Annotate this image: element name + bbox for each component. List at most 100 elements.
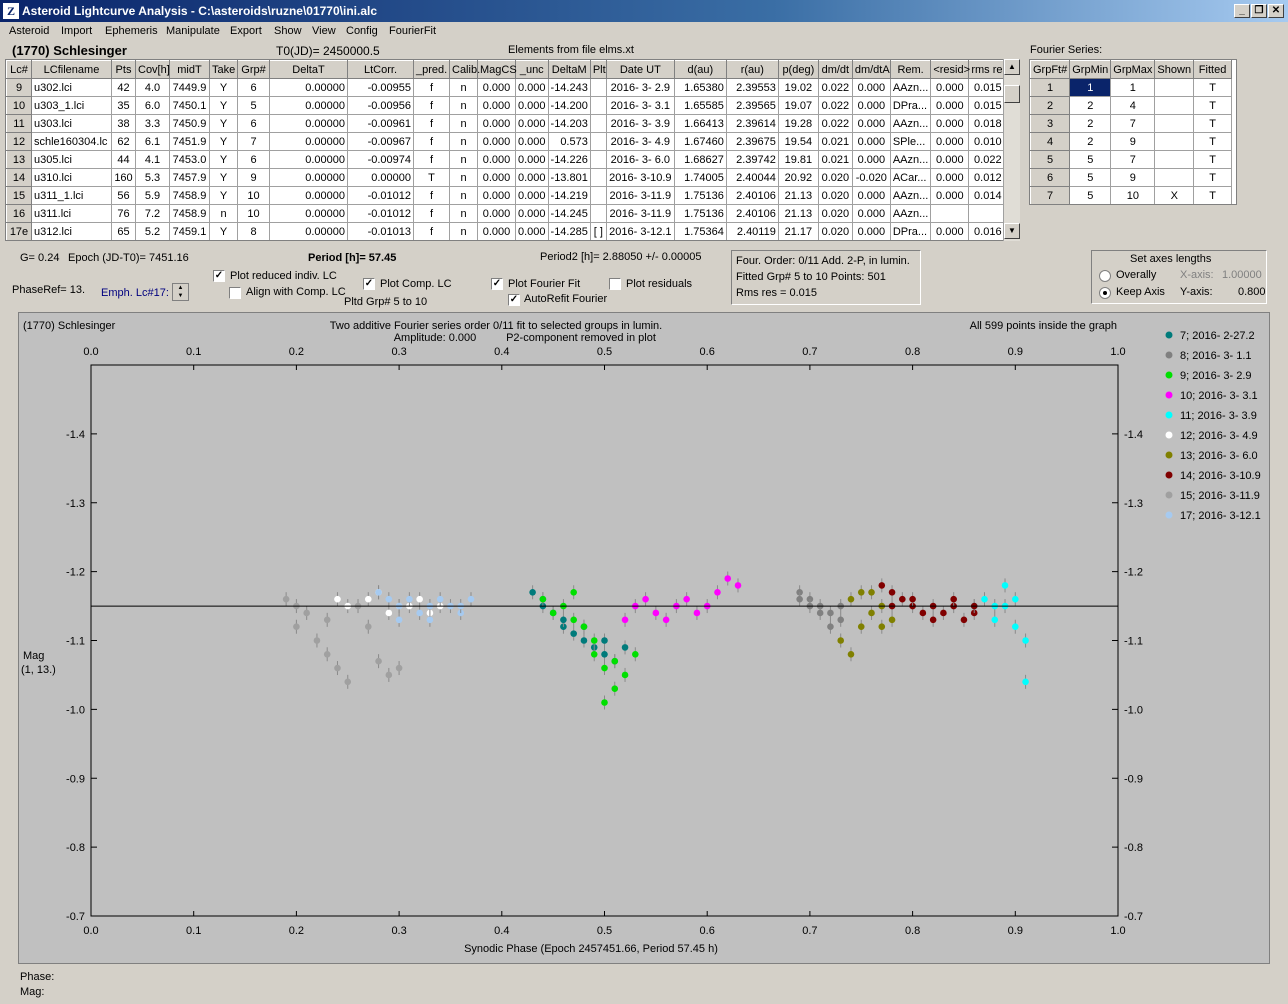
table-cell[interactable]: Y: [209, 132, 238, 151]
table-cell[interactable]: n: [449, 204, 478, 223]
table-cell[interactable]: T: [1193, 186, 1233, 204]
table-cell[interactable]: 1: [1110, 78, 1156, 97]
scroll-down-icon[interactable]: ▼: [1004, 223, 1020, 239]
table-cell[interactable]: u311.lci: [31, 204, 112, 223]
table-cell[interactable]: 5.2: [135, 222, 170, 240]
table-cell[interactable]: 1.68627: [673, 150, 727, 169]
table-cell[interactable]: 9: [6, 78, 32, 97]
table-cell[interactable]: n: [209, 204, 238, 223]
table-cell[interactable]: 0.018: [968, 114, 1003, 133]
table-cell[interactable]: [1154, 150, 1195, 169]
table-cell[interactable]: 0.000: [930, 114, 970, 133]
table-cell[interactable]: 5: [1030, 150, 1071, 169]
table-cell[interactable]: [589, 168, 607, 187]
table-cell[interactable]: 10: [6, 96, 32, 115]
lc-col-header[interactable]: Plt: [589, 60, 607, 79]
spin-down-icon[interactable]: ▼: [173, 292, 188, 300]
lc-col-header[interactable]: Lc#: [6, 60, 32, 79]
table-cell[interactable]: 0.000: [515, 132, 549, 151]
lc-col-header[interactable]: r(au): [725, 60, 779, 79]
table-cell[interactable]: 0.000: [930, 186, 970, 205]
table-cell[interactable]: 0.021: [817, 150, 853, 169]
table-cell[interactable]: 2016- 3-11.9: [605, 186, 675, 205]
table-cell[interactable]: 0.010: [968, 132, 1003, 151]
table-cell[interactable]: 44: [111, 150, 136, 169]
table-cell[interactable]: 1.74005: [673, 168, 727, 187]
table-row[interactable]: 557T: [1030, 150, 1233, 169]
table-cell[interactable]: 2016- 3- 3.1: [605, 96, 675, 115]
table-cell[interactable]: ACar...: [889, 168, 932, 187]
table-cell[interactable]: -14.200: [547, 96, 591, 115]
table-cell[interactable]: 21.17: [777, 222, 819, 240]
lc-col-header[interactable]: p(deg): [777, 60, 819, 79]
table-cell[interactable]: 0.000: [930, 96, 970, 115]
lc-col-header[interactable]: Date UT: [605, 60, 675, 79]
table-cell[interactable]: u311_1.lci: [31, 186, 112, 205]
table-cell[interactable]: 21.13: [777, 204, 819, 223]
table-cell[interactable]: 0.00000: [269, 150, 348, 169]
table-cell[interactable]: 9: [1110, 168, 1156, 187]
table-cell[interactable]: 19.81: [777, 150, 819, 169]
table-cell[interactable]: [589, 96, 607, 115]
table-cell[interactable]: 2.39553: [725, 78, 779, 97]
table-cell[interactable]: f: [413, 150, 450, 169]
table-cell[interactable]: 0.016: [968, 222, 1003, 240]
table-cell[interactable]: 0.020: [817, 204, 853, 223]
table-cell[interactable]: 0.020: [817, 222, 853, 240]
table-cell[interactable]: 0.000: [477, 78, 516, 97]
menu-import[interactable]: Import: [61, 25, 92, 37]
menu-ephemeris[interactable]: Ephemeris: [105, 25, 158, 37]
table-cell[interactable]: u302.lci: [31, 78, 112, 97]
table-cell[interactable]: 0.573: [547, 132, 591, 151]
table-cell[interactable]: 0.015: [968, 78, 1003, 97]
table-cell[interactable]: [1154, 78, 1195, 97]
table-cell[interactable]: 0.000: [477, 132, 516, 151]
table-cell[interactable]: T: [1193, 114, 1233, 133]
table-row[interactable]: 111T: [1030, 78, 1233, 97]
fourier-col-header[interactable]: Shown: [1154, 60, 1195, 79]
table-cell[interactable]: 5: [1069, 186, 1112, 204]
table-cell[interactable]: 2016- 3-11.9: [605, 204, 675, 223]
table-cell[interactable]: -14.243: [547, 78, 591, 97]
table-cell[interactable]: AAzn...: [889, 114, 932, 133]
table-cell[interactable]: 4.0: [135, 78, 170, 97]
table-cell[interactable]: -0.00974: [347, 150, 414, 169]
table-cell[interactable]: Y: [209, 150, 238, 169]
table-cell[interactable]: T: [1193, 78, 1233, 97]
table-cell[interactable]: 7450.9: [169, 114, 210, 133]
table-cell[interactable]: 13: [6, 150, 32, 169]
table-cell[interactable]: -0.00956: [347, 96, 414, 115]
table-cell[interactable]: [1154, 132, 1195, 151]
table-cell[interactable]: 6: [1030, 168, 1071, 187]
table-cell[interactable]: 20.92: [777, 168, 819, 187]
close-icon[interactable]: ✕: [1268, 4, 1284, 18]
table-cell[interactable]: u303.lci: [31, 114, 112, 133]
table-cell[interactable]: [1154, 114, 1195, 133]
table-cell[interactable]: 0.000: [930, 132, 970, 151]
table-cell[interactable]: [1154, 168, 1195, 187]
plot-reduced-checkbox[interactable]: ✓: [213, 270, 225, 282]
table-cell[interactable]: f: [413, 96, 450, 115]
fourier-col-header[interactable]: GrpMax: [1110, 60, 1156, 79]
table-cell[interactable]: 0.000: [851, 114, 891, 133]
table-cell[interactable]: 10: [1110, 186, 1156, 204]
table-cell[interactable]: 0.00000: [269, 132, 348, 151]
table-cell[interactable]: 2.39565: [725, 96, 779, 115]
table-cell[interactable]: Y: [209, 78, 238, 97]
table-cell[interactable]: 0.000: [851, 150, 891, 169]
table-cell[interactable]: 2.40044: [725, 168, 779, 187]
table-cell[interactable]: 1.75136: [673, 204, 727, 223]
lc-col-header[interactable]: LCfilename: [31, 60, 112, 79]
lc-col-header[interactable]: Pts: [111, 60, 136, 79]
table-cell[interactable]: 0.020: [817, 168, 853, 187]
table-cell[interactable]: 1: [1030, 78, 1071, 97]
table-cell[interactable]: AAzn...: [889, 204, 932, 223]
table-cell[interactable]: f: [413, 114, 450, 133]
table-cell[interactable]: T: [1193, 132, 1233, 151]
table-cell[interactable]: 17e: [6, 222, 32, 240]
table-cell[interactable]: 2: [1069, 132, 1112, 151]
table-cell[interactable]: u312.lci: [31, 222, 112, 240]
table-cell[interactable]: n: [449, 168, 478, 187]
table-cell[interactable]: 2016- 3- 2.9: [605, 78, 675, 97]
table-cell[interactable]: 0.00000: [269, 78, 348, 97]
